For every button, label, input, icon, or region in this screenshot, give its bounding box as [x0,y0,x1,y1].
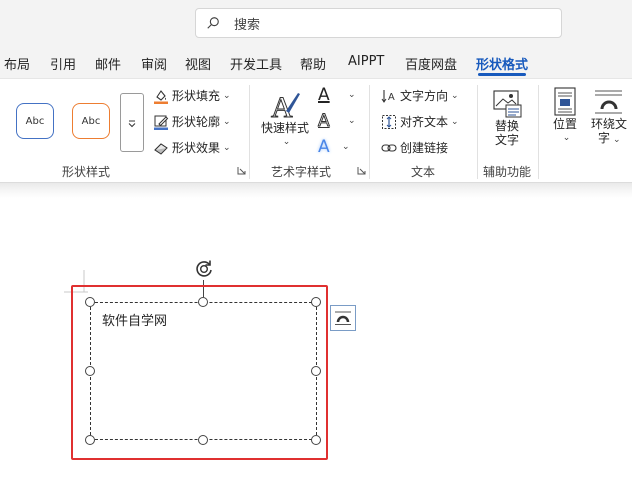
resize-handle-right[interactable] [311,366,321,376]
tab-help[interactable]: 帮助 [300,54,326,73]
chevron-down-icon: ⌄ [562,133,571,143]
text-direction-label: 文字方向 [400,89,449,103]
position-label: 位置 [552,117,577,131]
shape-outline-label: 形状轮廓 [172,115,221,129]
quick-styles-label: 快速样式 [260,121,309,135]
create-link-label: 创建链接 [400,141,449,155]
wrap-text-icon [595,90,622,114]
group-label-text: 文本 [411,165,436,179]
shape-effects-label: 形状效果 [172,141,221,155]
resize-handle-top[interactable] [198,297,208,307]
group-label-wordart-styles: 艺术字样式 [271,165,332,179]
group-label-accessibility: 辅助功能 [483,165,532,179]
position-icon [554,87,576,116]
text-direction-button[interactable]: A 文字方向 ⌄ [381,87,459,104]
dialog-launcher-icon[interactable] [237,166,246,175]
layout-options-icon [335,311,351,325]
text-fill-icon: A [318,85,330,105]
tab-references[interactable]: 引用 [50,54,76,73]
chevron-down-icon: ⌄ [342,142,350,152]
text-outline-button[interactable]: A ⌄ [318,111,356,132]
chevron-down-icon: ⌄ [223,116,231,127]
chevron-down-icon: ⌄ [613,135,621,145]
ribbon: Abc Abc 形状填充 ⌄ 形状轮廓 ⌄ 形状效果 ⌄ 形状样式 A 快速样式 ⌄ … [0,78,632,182]
title-bar: 搜索 [0,0,632,46]
wrap-text-label-line2-text: 字 [598,131,611,145]
text-effects-button[interactable]: A ⌄ [318,137,350,157]
tab-aippt[interactable]: AIPPT [348,54,384,69]
wrap-text-label-line2: 字 ⌄ [598,131,621,147]
resize-handle-top-left[interactable] [85,297,95,307]
text-direction-icon: A [381,89,395,103]
layout-options-button[interactable] [330,305,356,331]
chevron-down-icon: ⌄ [282,137,291,147]
alt-text-icon [493,90,522,118]
tab-review[interactable]: 审阅 [141,54,167,73]
align-text-icon [382,114,396,129]
resize-handle-top-right[interactable] [311,297,321,307]
group-separator [477,85,478,179]
paint-bucket-icon [154,89,168,104]
chevron-down-icon: ⌄ [348,90,356,100]
position-button[interactable]: 位置 ⌄ [548,87,582,145]
group-label-shape-styles: 形状样式 [62,165,111,179]
resize-handle-bottom-right[interactable] [311,435,321,445]
chevron-down-icon: ⌄ [451,116,459,127]
gallery-more-icon [128,120,136,127]
alt-text-button[interactable]: 替换 文字 [486,89,528,147]
quick-styles-button[interactable]: A 快速样式 ⌄ [258,89,312,149]
tab-shape-format[interactable]: 形状格式 [476,54,528,73]
quick-styles-icon: A [271,91,300,121]
svg-text:A: A [388,92,395,103]
text-fill-button[interactable]: A ⌄ [318,85,356,105]
tab-layout[interactable]: 布局 [4,54,30,73]
resize-handle-bottom-left[interactable] [85,435,95,445]
tab-developer[interactable]: 开发工具 [230,54,282,73]
wrap-text-button[interactable]: 环绕文 字 ⌄ [588,87,632,147]
ribbon-shadow [0,182,632,198]
chevron-down-icon: ⌄ [348,116,356,126]
chevron-down-icon: ⌄ [223,142,231,153]
shape-outline-button[interactable]: 形状轮廓 ⌄ [153,113,231,130]
wrap-text-label-line1: 环绕文 [591,117,628,131]
tab-mailings[interactable]: 邮件 [95,54,121,73]
shape-styles-more-button[interactable] [120,93,144,152]
chevron-down-icon: ⌄ [451,90,459,101]
shape-effects-button[interactable]: 形状效果 ⌄ [153,139,231,156]
search-icon [207,17,219,29]
shape-style-blue-button[interactable]: Abc [16,103,54,139]
rotate-handle-icon[interactable] [193,258,215,280]
textbox-text[interactable]: 软件自学网 [102,310,167,329]
pen-outline-icon [154,115,169,130]
alt-text-label-line1: 替换 [494,119,519,133]
tab-baidu-netdisk[interactable]: 百度网盘 [405,54,457,73]
text-effects-icon: A [318,137,330,157]
shape-style-orange-button[interactable]: Abc [72,103,110,139]
group-separator [538,85,539,179]
ribbon-tabs: 布局 引用 邮件 审阅 视图 开发工具 帮助 AIPPT 百度网盘 形状格式 [0,46,632,78]
align-text-button[interactable]: 对齐文本 ⌄ [381,113,459,130]
group-separator [369,85,370,179]
create-link-button[interactable]: 创建链接 [381,139,448,156]
alt-text-label-line2: 文字 [494,133,519,147]
shape-fill-label: 形状填充 [172,89,221,103]
shape-fill-button[interactable]: 形状填充 ⌄ [153,87,231,104]
search-input[interactable]: 搜索 [195,8,562,38]
chevron-down-icon: ⌄ [223,90,231,101]
tab-view[interactable]: 视图 [185,54,211,73]
align-text-label: 对齐文本 [400,115,449,129]
resize-handle-bottom[interactable] [198,435,208,445]
resize-handle-left[interactable] [85,366,95,376]
link-icon [381,143,397,152]
search-placeholder: 搜索 [234,17,261,33]
text-outline-icon: A [318,111,331,132]
active-tab-indicator [478,73,526,76]
dialog-launcher-icon[interactable] [357,166,366,175]
shape-effects-icon [154,142,168,155]
group-separator [249,85,250,179]
